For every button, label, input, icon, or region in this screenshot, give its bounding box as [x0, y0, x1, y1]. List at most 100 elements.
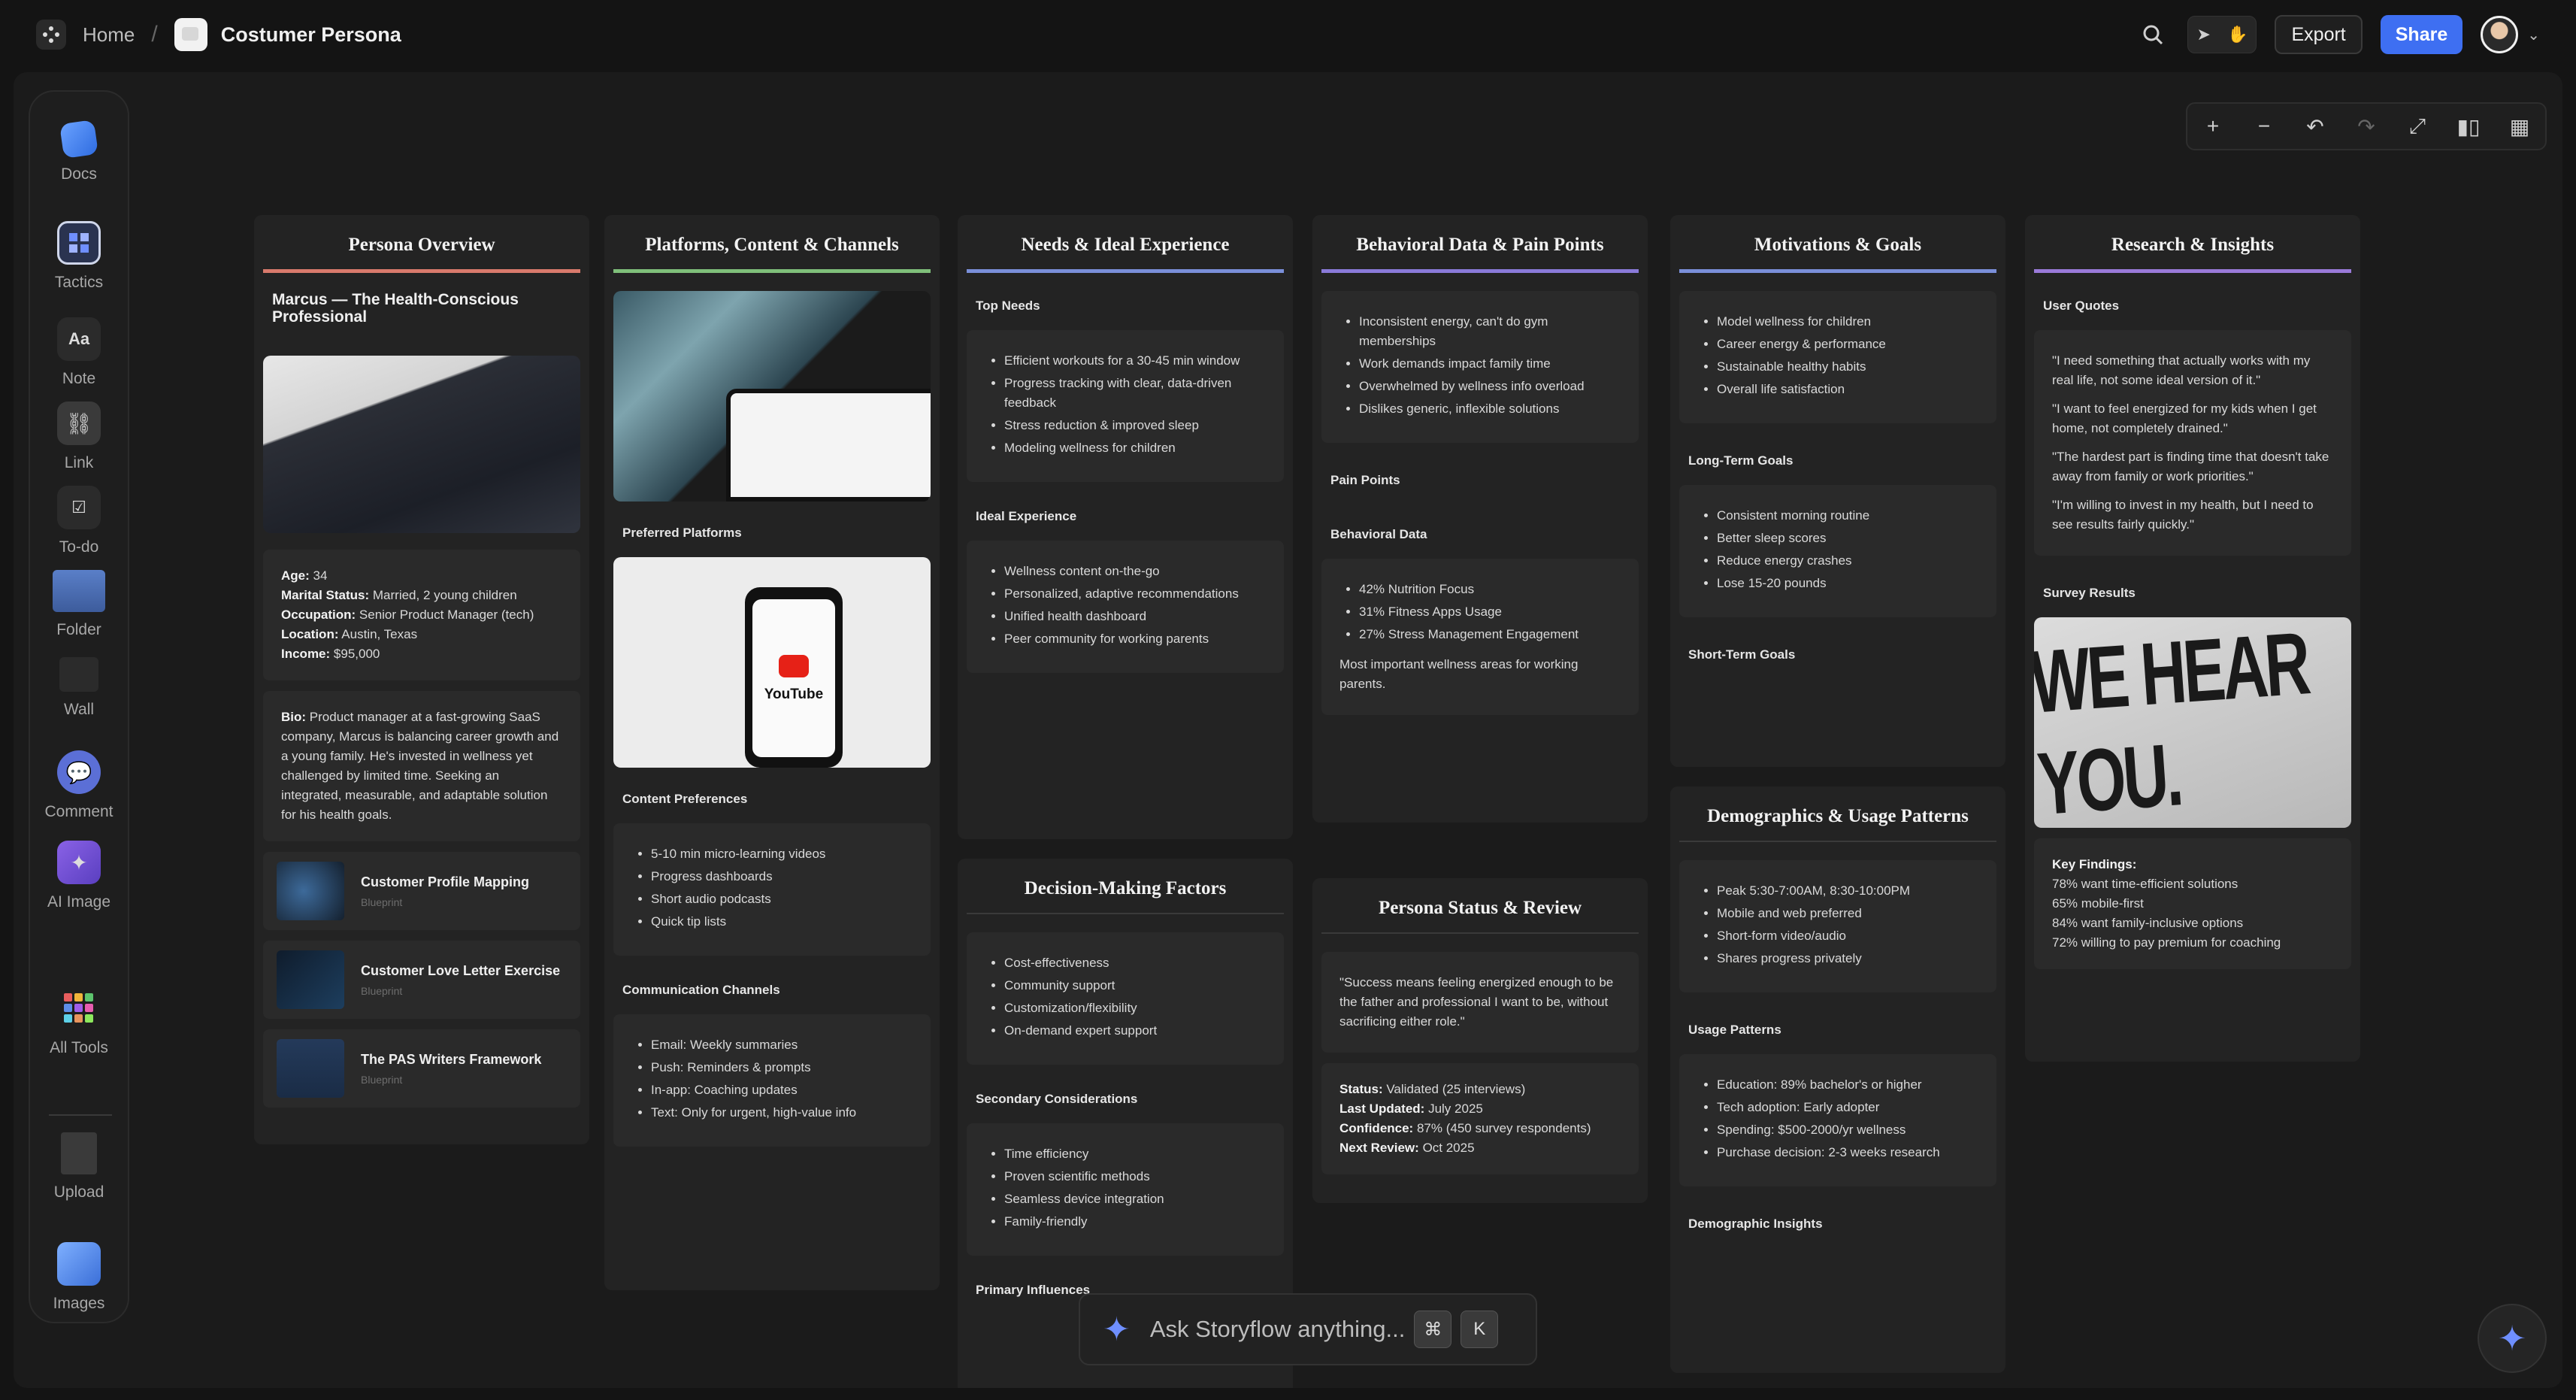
column-platforms[interactable]: Platforms, Content & Channels Preferred …	[604, 215, 940, 1290]
section-heading: Survey Results	[2043, 586, 2136, 600]
undo-icon[interactable]: ↶	[2297, 114, 2333, 139]
command-key-icon: ⌘	[1414, 1311, 1452, 1348]
chevron-down-icon[interactable]: ⌄	[2527, 26, 2540, 44]
sparkle-icon: ✦	[1103, 1311, 1131, 1348]
blueprint-pas-writers-framework[interactable]: The PAS Writers Framework Blueprint	[263, 1029, 580, 1108]
top-bar: Home / Costumer Persona ➤ ✋ Export Share…	[0, 0, 2576, 69]
section-heading: Short-Term Goals	[1688, 647, 1796, 662]
tool-comment[interactable]: 💬 Comment	[30, 750, 128, 821]
wall-icon	[59, 657, 98, 692]
blueprint-thumbnail	[277, 1039, 344, 1098]
fullscreen-icon[interactable]: ⤢	[2399, 114, 2435, 139]
demographics-card[interactable]: Peak 5:30-7:00AM, 8:30-10:00PM Mobile an…	[1679, 860, 1996, 992]
key-findings-card[interactable]: Key Findings: 78% want time-efficient so…	[2034, 838, 2351, 969]
content-preferences-card[interactable]: 5-10 min micro-learning videos Progress …	[613, 823, 931, 956]
app-logo[interactable]	[36, 20, 66, 50]
column-demographics[interactable]: Demographics & Usage Patterns Peak 5:30-…	[1670, 786, 2005, 1373]
section-heading: Top Needs	[976, 298, 1040, 313]
tool-images[interactable]: Images	[30, 1242, 128, 1313]
comment-icon: 💬	[57, 750, 101, 794]
usage-patterns-card[interactable]: Education: 89% bachelor's or higher Tech…	[1679, 1054, 1996, 1186]
column-behavioral[interactable]: Behavioral Data & Pain Points Inconsiste…	[1312, 215, 1648, 823]
long-term-goals-card[interactable]: Consistent morning routine Better sleep …	[1679, 485, 1996, 617]
column-persona-overview[interactable]: Persona Overview Marcus — The Health-Con…	[254, 215, 589, 1144]
hand-icon[interactable]: ✋	[2227, 25, 2248, 44]
breadcrumb-home[interactable]: Home	[83, 23, 135, 47]
tool-wall[interactable]: Wall	[30, 657, 128, 719]
column-title: Needs & Ideal Experience	[967, 229, 1284, 273]
column-title: Motivations & Goals	[1679, 229, 1996, 273]
zoom-out-icon[interactable]: −	[2246, 114, 2282, 138]
secondary-considerations-card[interactable]: Time efficiency Proven scientific method…	[967, 1123, 1284, 1256]
top-needs-card[interactable]: Efficient workouts for a 30-45 min windo…	[967, 330, 1284, 482]
folder-icon	[53, 570, 105, 612]
persona-name: Marcus — The Health-Conscious Profession…	[272, 291, 519, 326]
column-title: Demographics & Usage Patterns	[1679, 800, 1996, 842]
behavioral-data-card[interactable]: 42% Nutrition Focus 31% Fitness Apps Usa…	[1321, 559, 1639, 715]
communication-channels-card[interactable]: Email: Weekly summaries Push: Reminders …	[613, 1014, 931, 1147]
tool-folder[interactable]: Folder	[30, 570, 128, 639]
tool-ai-image[interactable]: ✦ AI Image	[30, 841, 128, 911]
breadcrumb-separator: /	[151, 22, 158, 47]
column-persona-status[interactable]: Persona Status & Review "Success means f…	[1312, 878, 1648, 1203]
persona-photo[interactable]	[263, 356, 580, 533]
tool-link[interactable]: ⛓ Link	[30, 402, 128, 472]
section-heading: Long-Term Goals	[1688, 453, 1794, 468]
document-icon	[174, 18, 207, 51]
column-motivations[interactable]: Motivations & Goals Model wellness for c…	[1670, 215, 2005, 767]
section-heading: Communication Channels	[622, 983, 780, 997]
minimap-icon[interactable]: ▦	[2502, 114, 2538, 139]
persona-quote-card[interactable]: "Success means feeling energized enough …	[1321, 952, 1639, 1053]
k-key-icon: K	[1461, 1311, 1499, 1348]
cursor-icon[interactable]: ➤	[2197, 25, 2211, 44]
section-heading: Secondary Considerations	[976, 1092, 1138, 1106]
blueprint-customer-profile-mapping[interactable]: Customer Profile Mapping Blueprint	[263, 852, 580, 930]
persona-details-card[interactable]: Age: 34 Marital Status: Married, 2 young…	[263, 550, 580, 680]
link-icon: ⛓	[57, 402, 101, 445]
section-heading: Ideal Experience	[976, 509, 1077, 523]
blueprint-thumbnail	[277, 950, 344, 1009]
toolbar-divider	[49, 1114, 112, 1116]
tool-all-tools[interactable]: All Tools	[30, 986, 128, 1057]
layout-icon[interactable]: ▮▯	[2450, 114, 2487, 139]
blueprint-customer-love-letter[interactable]: Customer Love Letter Exercise Blueprint	[263, 941, 580, 1019]
ask-storyflow-bar[interactable]: ✦ Ask Storyflow anything... ⌘ K	[1079, 1293, 1537, 1365]
search-icon[interactable]	[2136, 18, 2169, 51]
column-title: Research & Insights	[2034, 229, 2351, 273]
mode-toggle[interactable]: ➤ ✋	[2187, 16, 2257, 53]
youtube-phone-image[interactable]: YouTube	[613, 557, 931, 768]
motivations-card[interactable]: Model wellness for children Career energ…	[1679, 291, 1996, 423]
page-title[interactable]: Costumer Persona	[221, 23, 401, 47]
tool-todo[interactable]: ☑ To-do	[30, 486, 128, 556]
tool-docs[interactable]: Docs	[30, 120, 128, 183]
pain-points-card[interactable]: Inconsistent energy, can't do gym member…	[1321, 291, 1639, 443]
tactics-icon	[57, 221, 101, 265]
tool-tactics[interactable]: Tactics	[30, 221, 128, 292]
decision-factors-card[interactable]: Cost-effectiveness Community support Cus…	[967, 932, 1284, 1065]
column-research[interactable]: Research & Insights User Quotes "I need …	[2025, 215, 2360, 1062]
zoom-in-icon[interactable]: +	[2195, 114, 2231, 138]
column-title: Behavioral Data & Pain Points	[1321, 229, 1639, 273]
export-button[interactable]: Export	[2275, 15, 2363, 54]
user-avatar[interactable]	[2481, 16, 2519, 53]
column-needs[interactable]: Needs & Ideal Experience Top Needs Effic…	[958, 215, 1293, 839]
user-quotes-card[interactable]: "I need something that actually works wi…	[2034, 330, 2351, 556]
blueprint-thumbnail	[277, 862, 344, 920]
column-title: Persona Overview	[263, 229, 580, 273]
section-heading: User Quotes	[2043, 298, 2120, 313]
ideal-experience-card[interactable]: Wellness content on-the-go Personalized,…	[967, 541, 1284, 673]
redo-icon[interactable]: ↷	[2348, 114, 2384, 139]
section-heading: Behavioral Data	[1330, 527, 1427, 541]
tool-note[interactable]: Aa Note	[30, 317, 128, 388]
board-canvas[interactable]: Docs Tactics Aa Note ⛓ Link ☑ To-do Fold…	[14, 72, 2562, 1388]
tool-upload[interactable]: Upload	[30, 1132, 128, 1202]
gmail-laptop-image[interactable]	[613, 291, 931, 502]
we-hear-you-poster-image[interactable]: WE HEAR YOU.	[2034, 617, 2351, 828]
share-button[interactable]: Share	[2380, 15, 2463, 54]
ai-assistant-button[interactable]: ✦	[2478, 1304, 2547, 1373]
images-icon	[57, 1242, 101, 1286]
zoom-toolbar: + − ↶ ↷ ⤢ ▮▯ ▦	[2186, 102, 2547, 150]
ask-input[interactable]: Ask Storyflow anything...	[1150, 1316, 1405, 1343]
persona-status-card[interactable]: Status: Validated (25 interviews) Last U…	[1321, 1063, 1639, 1174]
persona-bio-card[interactable]: Bio: Product manager at a fast-growing S…	[263, 691, 580, 841]
